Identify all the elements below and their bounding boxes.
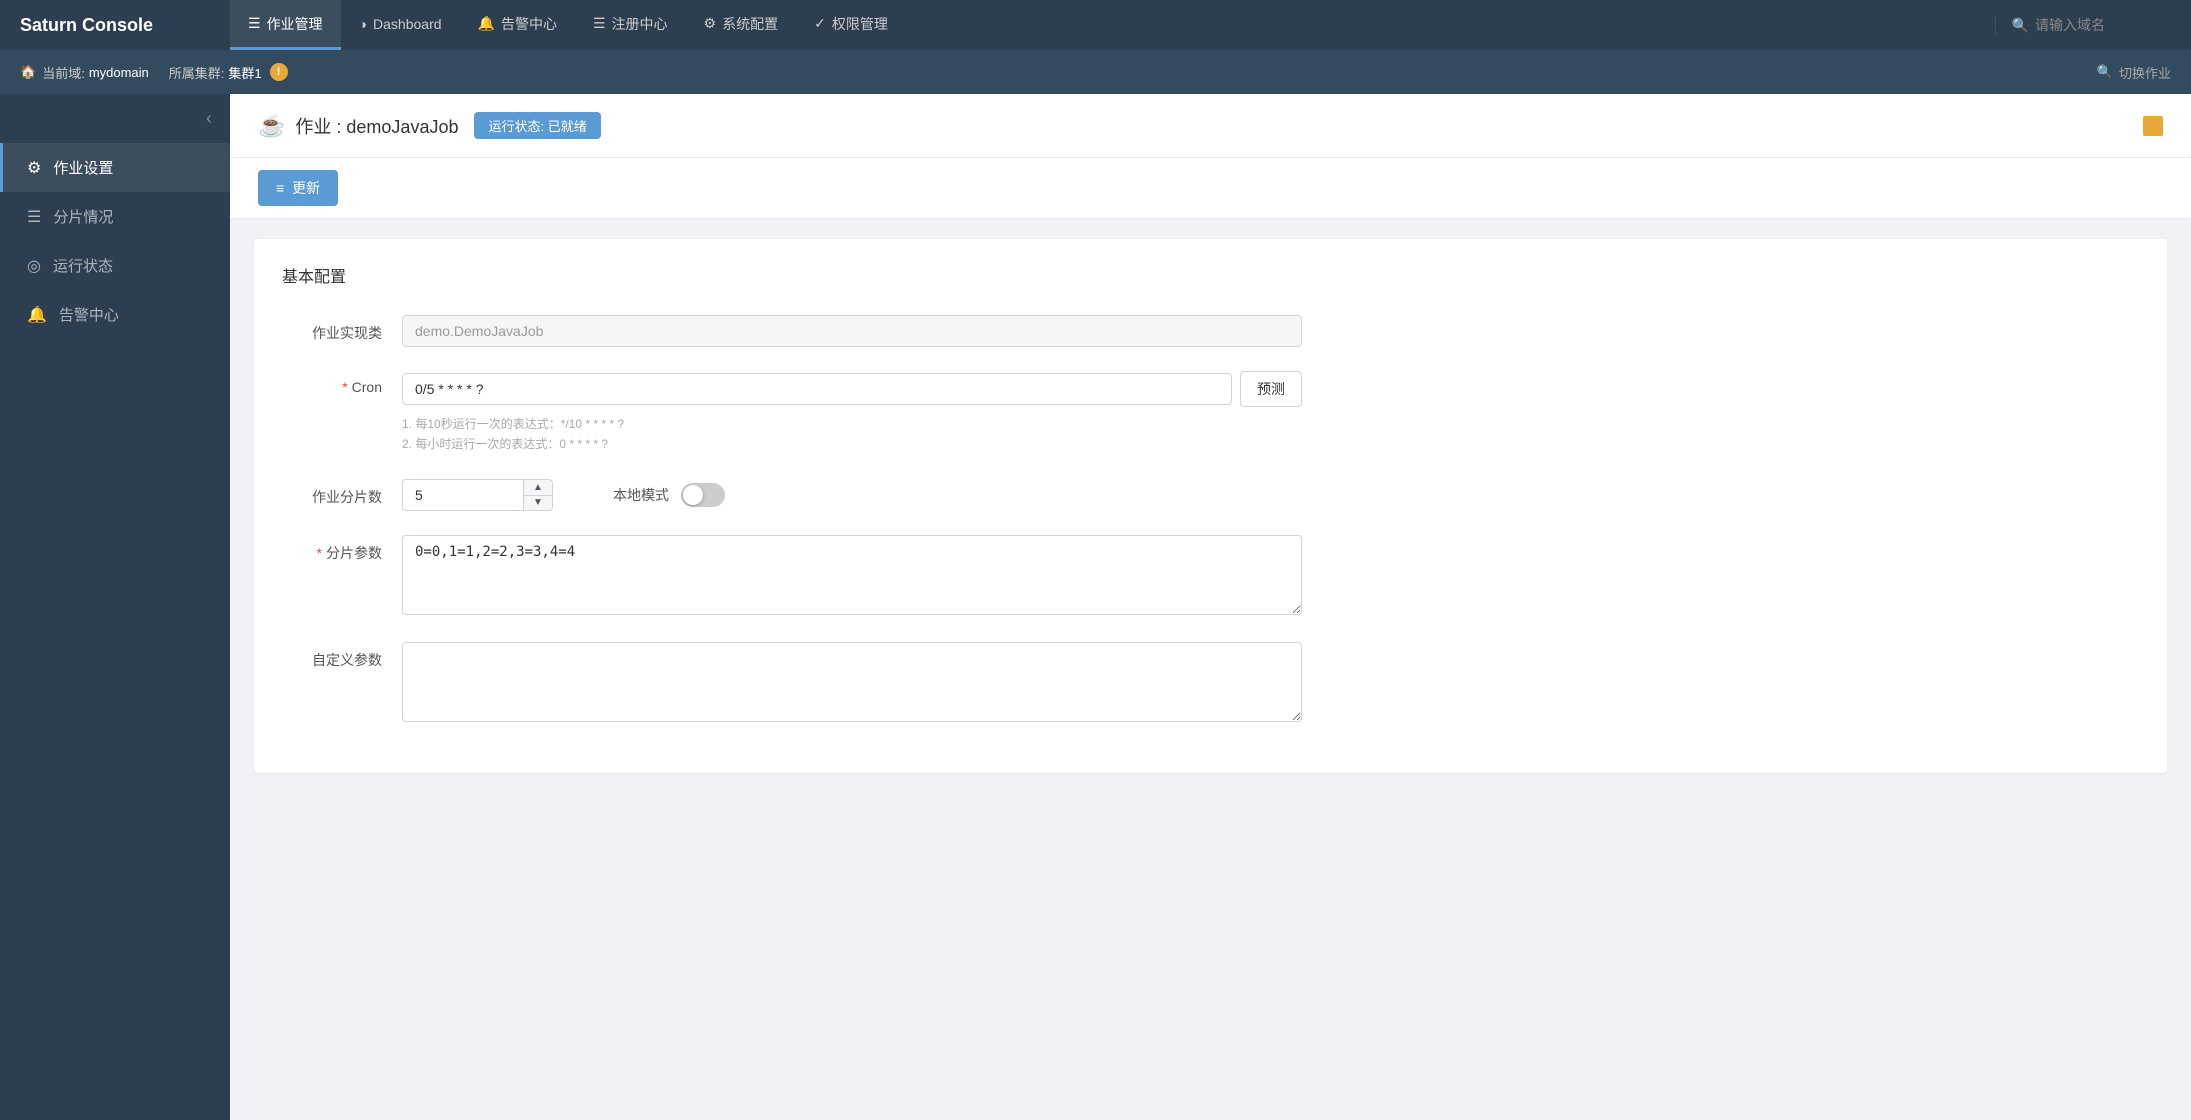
main-content: ☕ 作业 : demoJavaJob 运行状态: 已就绪 ≡ 更新 基本配置 作… [230,94,2191,1120]
nav-item-permission[interactable]: ✓ 权限管理 [796,0,906,50]
cron-row: Cron 预测 1. 每10秒运行一次的表达式：*/10 * * * * ? 2… [282,371,2139,455]
main-layout: ‹ ⚙ 作业设置 ☰ 分片情况 ◎ 运行状态 🔔 告警中心 ☕ 作业 : dem… [0,94,2191,1120]
update-icon: ≡ [276,180,284,196]
custom-params-row: 自定义参数 [282,642,2139,725]
cron-control: 预测 1. 每10秒运行一次的表达式：*/10 * * * * ? 2. 每小时… [402,371,1302,455]
shards-control: ▲ ▼ 本地模式 [402,479,1302,511]
update-button-label: 更新 [292,178,320,198]
top-nav: Saturn Console ☰ 作业管理 ◑ Dashboard 🔔 告警中心… [0,0,2191,50]
domain-name: mydomain [89,65,149,80]
local-mode-label: 本地模式 [613,485,669,505]
cron-hint-2: 2. 每小时运行一次的表达式：0 * * * * ? [402,435,1302,452]
job-class-input[interactable] [402,315,1302,347]
shards-row: 作业分片数 ▲ ▼ 本地模式 [282,479,2139,511]
section-title: 基本配置 [282,263,2139,287]
sidebar-item-alert-center[interactable]: 🔔 告警中心 [0,290,230,339]
register-center-icon: ☰ [593,15,606,32]
cron-hints: 1. 每10秒运行一次的表达式：*/10 * * * * ? 2. 每小时运行一… [402,415,1302,452]
nav-item-system-config[interactable]: ⚙ 系统配置 [686,0,797,50]
shards-number-input: ▲ ▼ [402,479,553,511]
switch-job-button[interactable]: 🔍 切换作业 [2097,63,2171,82]
nav-label-alert-center: 告警中心 [501,14,557,34]
spinner-down-button[interactable]: ▼ [524,496,552,511]
cluster-name: 集群1 [228,63,261,82]
nav-item-job-management[interactable]: ☰ 作业管理 [230,0,341,50]
nav-label-system-config: 系统配置 [722,14,778,34]
cron-input[interactable] [402,373,1232,405]
update-button[interactable]: ≡ 更新 [258,170,338,206]
predict-button[interactable]: 预测 [1240,371,1302,407]
shard-params-label: 分片参数 [282,535,402,563]
job-title: 作业 : demoJavaJob [295,113,458,139]
nav-label-register-center: 注册中心 [612,14,668,34]
nav-label-permission: 权限管理 [832,14,888,34]
toolbar: ≡ 更新 [230,158,2191,219]
job-class-control [402,315,1302,347]
toggle-knob [683,485,703,505]
basic-config-card: 基本配置 作业实现类 Cron 预测 [254,239,2167,773]
sidebar-label-alert-center: 告警中心 [59,304,119,325]
sidebar-label-job-settings: 作业设置 [53,157,113,178]
nav-item-register-center[interactable]: ☰ 注册中心 [575,0,686,50]
job-header: ☕ 作业 : demoJavaJob 运行状态: 已就绪 [230,94,2191,158]
current-domain-item: 🏠 当前域: mydomain [20,63,149,82]
spinner-up-button[interactable]: ▲ [524,480,552,496]
cron-hint-1: 1. 每10秒运行一次的表达式：*/10 * * * * ? [402,415,1302,432]
job-class-label: 作业实现类 [282,315,402,343]
system-config-icon: ⚙ [704,15,717,32]
sidebar-item-run-status[interactable]: ◎ 运行状态 [0,241,230,290]
local-mode-toggle[interactable] [681,483,725,507]
dashboard-icon: ◑ [359,16,367,32]
job-status-badge: 运行状态: 已就绪 [474,112,600,139]
sidebar-item-shard-status[interactable]: ☰ 分片情况 [0,192,230,241]
settings-icon: ⚙ [27,158,41,178]
nav-items: ☰ 作业管理 ◑ Dashboard 🔔 告警中心 ☰ 注册中心 ⚙ 系统配置 … [230,0,1995,50]
switch-job-search-icon: 🔍 [2097,64,2113,80]
sub-nav: 🏠 当前域: mydomain 所属集群: 集群1 ! 🔍 切换作业 [0,50,2191,94]
custom-params-label: 自定义参数 [282,642,402,670]
sub-nav-right: 🔍 切换作业 [2097,63,2171,82]
permission-icon: ✓ [814,15,826,32]
right-indicator [2143,116,2163,136]
shards-input[interactable] [403,480,523,510]
job-management-icon: ☰ [248,15,261,32]
java-job-icon: ☕ [258,113,285,139]
search-icon: 🔍 [2012,17,2029,34]
shard-params-control: 0=0,1=1,2=2,3=3,4=4 [402,535,1302,618]
sidebar-label-shard-status: 分片情况 [53,206,113,227]
chevron-left-icon: ‹ [206,108,212,129]
run-status-icon: ◎ [27,256,41,276]
home-icon: 🏠 [20,64,36,80]
nav-label-job-management: 作业管理 [267,14,323,34]
sidebar-collapse-button[interactable]: ‹ [0,94,230,143]
local-mode-wrap: 本地模式 [613,483,725,507]
custom-params-control [402,642,1302,725]
sidebar: ‹ ⚙ 作业设置 ☰ 分片情况 ◎ 运行状态 🔔 告警中心 [0,94,230,1120]
alert-center-icon: 🔔 [478,15,495,32]
shard-params-row: 分片参数 0=0,1=1,2=2,3=3,4=4 [282,535,2139,618]
shard-params-input[interactable]: 0=0,1=1,2=2,3=3,4=4 [402,535,1302,615]
predict-button-label: 预测 [1257,381,1285,397]
cron-label: Cron [282,371,402,395]
shards-label: 作业分片数 [282,479,402,507]
job-class-row: 作业实现类 [282,315,2139,347]
domain-search-input[interactable] [2035,17,2175,33]
nav-item-alert-center[interactable]: 🔔 告警中心 [460,0,575,50]
nav-item-dashboard[interactable]: ◑ Dashboard [341,0,460,50]
nav-label-dashboard: Dashboard [373,16,442,32]
brand-logo: Saturn Console [0,0,230,50]
number-spinners: ▲ ▼ [523,480,552,510]
shard-icon: ☰ [27,207,41,227]
brand-text: Saturn Console [20,15,153,36]
top-search-area[interactable]: 🔍 [1995,17,2191,34]
sidebar-item-job-settings[interactable]: ⚙ 作业设置 [0,143,230,192]
info-icon[interactable]: ! [270,63,288,81]
cluster-label: 所属集群: [169,63,225,82]
current-domain-label: 当前域: [42,63,85,82]
sidebar-label-run-status: 运行状态 [53,255,113,276]
cluster-item: 所属集群: 集群1 ! [169,63,288,82]
custom-params-input[interactable] [402,642,1302,722]
alert-icon: 🔔 [27,305,47,325]
switch-job-label: 切换作业 [2119,63,2171,82]
